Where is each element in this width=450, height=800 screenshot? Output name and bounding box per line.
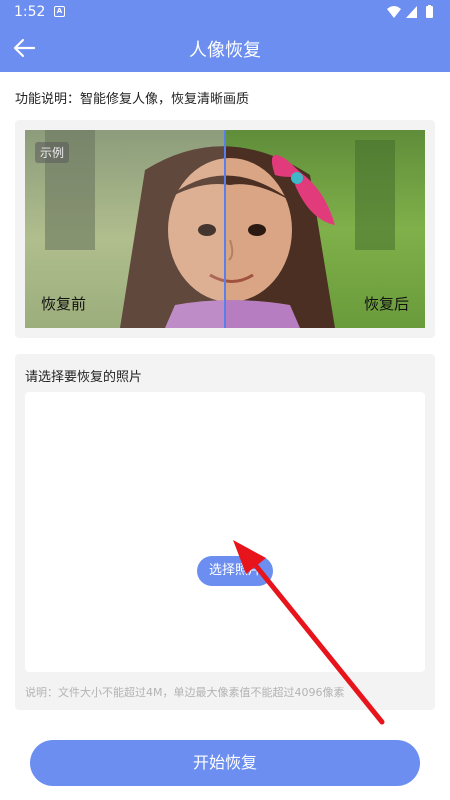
before-label: 恢复前 [41, 295, 87, 313]
file-limit-note: 说明：文件大小不能超过4M，单边最大像素值不能超过4096像素 [25, 686, 345, 699]
app-bar: 人像恢复 [0, 24, 450, 72]
feature-description: 功能说明：智能修复人像，恢复清晰画质 [15, 92, 250, 107]
compare-divider[interactable] [224, 130, 226, 328]
header-bar: 1:52 A 人像恢复 [0, 0, 450, 72]
example-card: 示例 恢复前 恢复后 [15, 120, 435, 338]
choose-photo-button[interactable]: 选择照片 [197, 556, 273, 586]
signal-icon [406, 6, 417, 18]
start-restore-button[interactable]: 开始恢复 [30, 740, 420, 786]
select-photo-title: 请选择要恢复的照片 [25, 370, 143, 385]
status-time: 1:52 [14, 4, 46, 20]
upload-area[interactable]: 选择照片 [25, 392, 425, 672]
status-icons [387, 5, 433, 18]
notification-icon: A [54, 6, 65, 17]
example-badge: 示例 [35, 142, 70, 163]
status-bar: 1:52 A [0, 0, 450, 24]
select-photo-card: 请选择要恢复的照片 选择照片 说明：文件大小不能超过4M，单边最大像素值不能超过… [15, 354, 435, 710]
page-title: 人像恢复 [189, 40, 261, 61]
example-photo: 示例 恢复前 恢复后 [25, 130, 425, 328]
battery-icon [426, 6, 433, 18]
wifi-icon [387, 6, 401, 18]
after-label: 恢复后 [363, 295, 409, 313]
